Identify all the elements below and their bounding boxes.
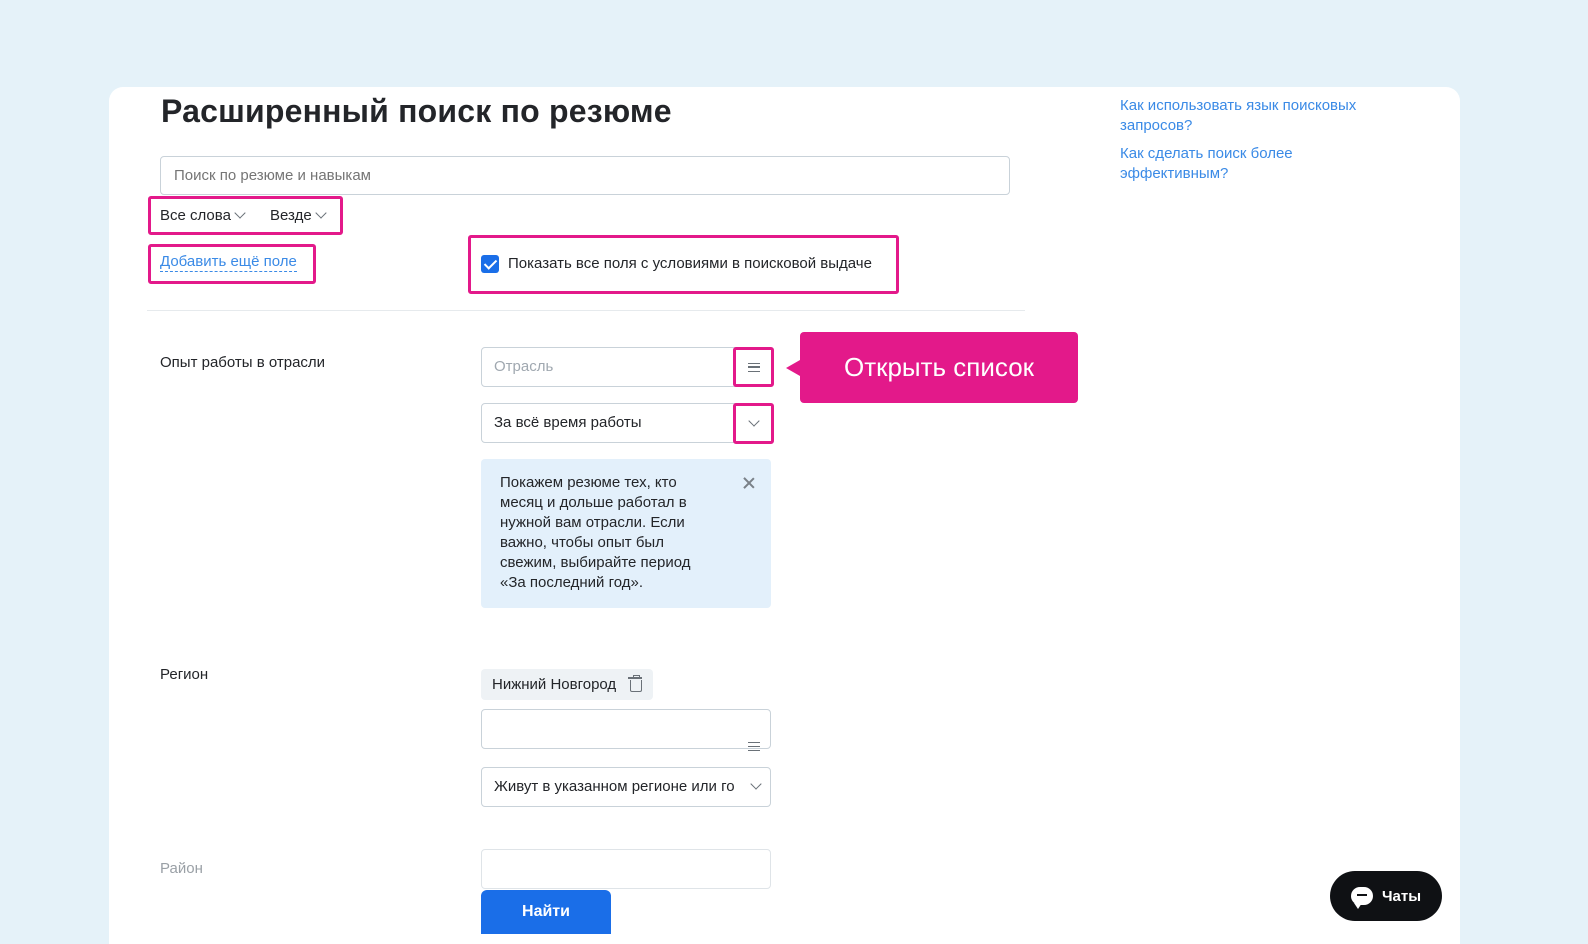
district-label: Район xyxy=(160,860,203,877)
trash-icon[interactable] xyxy=(628,675,643,692)
chevron-down-icon xyxy=(315,207,327,219)
relocation-select[interactable]: Живут в указанном регионе или го xyxy=(481,767,771,807)
words-dropdown[interactable]: Все слова xyxy=(160,207,246,224)
divider xyxy=(147,310,1025,311)
menu-icon xyxy=(747,362,760,372)
show-all-fields-checkbox[interactable] xyxy=(481,255,499,273)
chats-button[interactable]: Чаты xyxy=(1330,871,1442,921)
where-dropdown-label: Везде xyxy=(270,207,312,224)
show-all-fields-label: Показать все поля с условиями в поисково… xyxy=(508,255,872,272)
industry-period-dropdown-button[interactable] xyxy=(733,403,774,444)
page-title: Расширенный поиск по резюме xyxy=(161,93,672,129)
region-input[interactable] xyxy=(481,709,771,749)
industry-period-select[interactable]: За всё время работы xyxy=(481,403,771,443)
help-link-query-language[interactable]: Как использовать язык поисковых запросов… xyxy=(1120,96,1390,136)
chat-icon xyxy=(1350,887,1373,909)
search-input[interactable] xyxy=(160,156,1010,195)
region-tag-label: Нижний Новгород xyxy=(492,676,617,693)
industry-label: Опыт работы в отрасли xyxy=(160,354,326,371)
district-input[interactable] xyxy=(481,849,771,889)
help-link-search-efficiency[interactable]: Как сделать поиск более эффективным? xyxy=(1120,144,1340,184)
add-field-link[interactable]: Добавить ещё поле xyxy=(160,253,297,272)
region-label: Регион xyxy=(160,666,209,683)
where-dropdown[interactable]: Везде xyxy=(270,207,327,224)
chats-button-label: Чаты xyxy=(1381,887,1422,905)
chevron-down-icon xyxy=(747,415,760,427)
industry-info-box: Покажем резюме тех, кто месяц и дольше р… xyxy=(481,459,771,608)
industry-list-button[interactable] xyxy=(733,347,774,387)
industry-input[interactable]: Отрасль xyxy=(481,347,771,387)
close-icon[interactable] xyxy=(743,477,755,489)
menu-icon[interactable] xyxy=(748,742,760,751)
find-button[interactable]: Найти xyxy=(481,890,611,934)
words-dropdown-label: Все слова xyxy=(160,207,231,224)
region-tag: Нижний Новгород xyxy=(481,669,654,700)
industry-info-text: Покажем резюме тех, кто месяц и дольше р… xyxy=(500,474,691,591)
callout-open-list: Открыть список xyxy=(786,332,1078,403)
chevron-down-icon xyxy=(234,207,246,219)
